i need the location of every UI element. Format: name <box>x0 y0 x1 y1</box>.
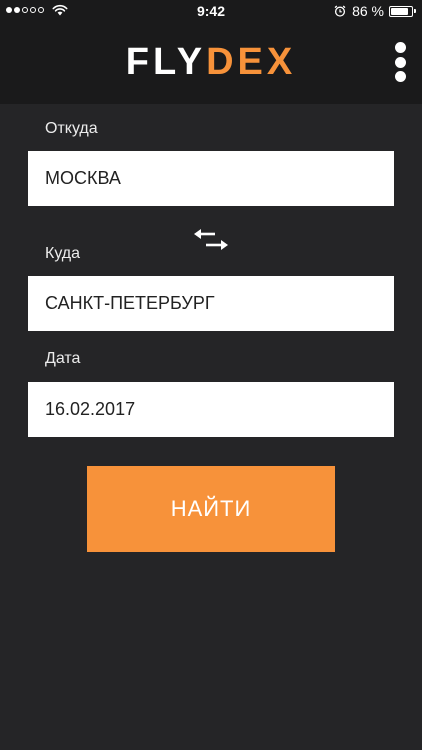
date-label: Дата <box>45 350 81 367</box>
logo: FLYDEX <box>0 40 422 84</box>
search-button[interactable]: НАЙТИ <box>87 466 335 552</box>
battery-icon <box>389 5 413 17</box>
logo-fly-text: FLY <box>125 41 207 83</box>
battery-tip <box>414 9 416 13</box>
from-label: Откуда <box>45 120 98 137</box>
status-bar: 9:42 86 % <box>0 0 422 22</box>
more-vertical-icon-dot <box>394 56 406 68</box>
to-field[interactable]: САНКТ-ПЕТЕРБУРГ <box>28 276 394 331</box>
more-vertical-icon <box>394 42 406 53</box>
more-menu-button[interactable] <box>392 42 408 82</box>
battery-percent: 86 % <box>352 3 384 19</box>
logo-dex-text: DEX <box>206 41 297 83</box>
from-field[interactable]: МОСКВА <box>28 151 394 206</box>
alarm-icon <box>334 5 346 17</box>
battery-fill <box>391 7 409 15</box>
more-vertical-icon-dot <box>394 71 406 82</box>
date-field[interactable]: 16.02.2017 <box>28 382 394 437</box>
app-header: FLYDEX <box>0 22 422 104</box>
swap-arrows-icon[interactable] <box>193 227 229 253</box>
status-right-group: 86 % <box>334 3 416 19</box>
to-label: Куда <box>45 245 81 262</box>
